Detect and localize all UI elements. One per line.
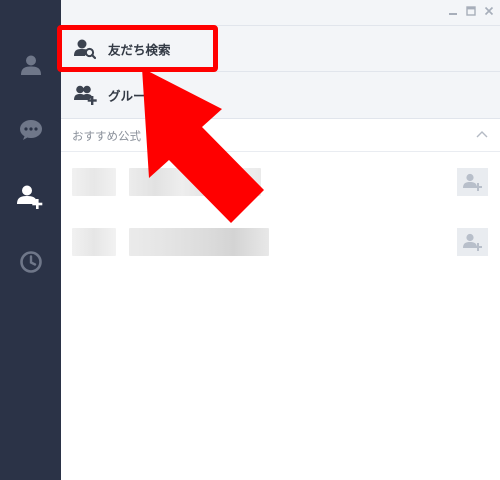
main-panel: 友だち検索 グルー おすすめ公式 — [61, 0, 500, 480]
account-avatar — [72, 228, 116, 256]
add-group-icon — [74, 85, 97, 105]
add-friend-icon — [16, 185, 42, 209]
account-avatar — [72, 168, 116, 196]
maximize-button[interactable] — [464, 4, 478, 18]
sidebar-friends-tab[interactable] — [0, 40, 61, 90]
account-name — [129, 228, 269, 256]
chevron-up-icon[interactable] — [476, 130, 488, 138]
add-friend-button[interactable] — [457, 228, 488, 256]
sidebar-add-friends-tab[interactable] — [0, 172, 61, 222]
list-item[interactable] — [61, 152, 500, 212]
add-friend-button[interactable] — [457, 168, 488, 196]
add-friend-icon — [462, 233, 482, 251]
recommended-section-label: おすすめ公式 — [72, 129, 141, 143]
person-icon — [20, 55, 41, 75]
title-bar — [61, 0, 500, 26]
sidebar — [0, 0, 61, 480]
list-item[interactable] — [61, 212, 500, 272]
recommended-section-header[interactable]: おすすめ公式 — [61, 119, 500, 152]
add-friend-icon — [462, 173, 482, 191]
close-button[interactable] — [482, 4, 496, 18]
sidebar-chats-tab[interactable] — [0, 105, 61, 155]
sidebar-timeline-tab[interactable] — [0, 237, 61, 287]
minimize-button[interactable] — [446, 4, 460, 18]
annotation-highlight-box — [57, 25, 218, 72]
maximize-icon — [466, 6, 476, 16]
chat-bubble-icon — [19, 120, 42, 140]
account-name — [129, 168, 261, 196]
clock-icon — [19, 251, 42, 273]
minimize-icon — [449, 13, 457, 15]
close-icon — [484, 6, 494, 16]
create-group-item[interactable]: グルー — [61, 72, 500, 119]
create-group-label: グルー — [108, 88, 146, 104]
